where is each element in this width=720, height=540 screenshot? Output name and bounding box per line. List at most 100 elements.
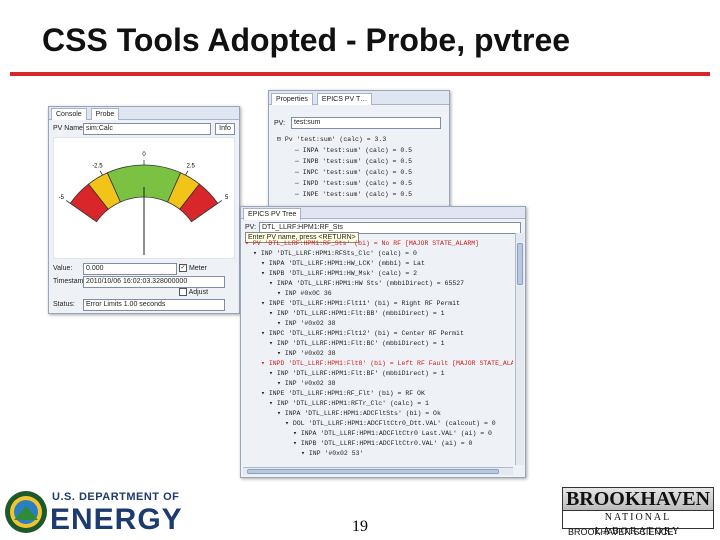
expand-arrow-icon[interactable]: ▾ (269, 370, 277, 377)
properties-tree-item[interactable]: ─ INPE 'test:sum' (calc) = 0.5 (295, 190, 412, 199)
tab-pvtree[interactable]: EPICS PV Tree (243, 208, 302, 220)
pvtree-item-label: INPA 'DTL_LLRF:HPM1:HW_LCK' (mbbi) = Lat (268, 260, 425, 267)
pvtree-item[interactable]: ▾ INPA 'DTL_LLRF:HPM1:ADCFltSts' (bi) = … (277, 409, 441, 418)
expand-arrow-icon[interactable]: ▾ (293, 430, 301, 437)
pvtree-item[interactable]: ▾ INP '#0x02 53' (301, 449, 363, 458)
doe-line2: ENERGY (50, 503, 183, 536)
properties-pv-label: PV: (274, 120, 286, 127)
pvtree-item[interactable]: ▾ INP 'DTL_LLRF:HPM1:Flt:BC' (mbbiDirect… (269, 339, 445, 348)
probe-tabbar: Console Probe (49, 107, 239, 120)
pvtree-item-label: INP 'DTL_LLRF:HPM1:Flt:BF' (mbbiDirect) … (276, 370, 445, 377)
pvtree-item[interactable]: ▾ DOL 'DTL_LLRF:HPM1:ADCFltCtr0_Dtt.VAL'… (285, 419, 496, 428)
pvtree-item[interactable]: ▾ INPC 'DTL_LLRF:HPM1:Flt12' (bi) = Cent… (261, 329, 464, 338)
properties-tree-item[interactable]: ─ INPC 'test:sum' (calc) = 0.5 (295, 168, 412, 177)
pvtree-item[interactable]: ▾ INPB 'DTL_LLRF:HPM1:ADCFltCtr0.VAL' (a… (293, 439, 472, 448)
expand-arrow-icon[interactable]: ▾ (253, 250, 261, 257)
pvtree-tabbar: EPICS PV Tree (241, 207, 525, 220)
pvtree-item[interactable]: ▾ INPA 'DTL_LLRF:HPM1:HW Sts' (mbbiDirec… (269, 279, 464, 288)
pvtree-item-label: INPA 'DTL_LLRF:HPM1:ADCFltSts' (bi) = Ok (284, 410, 441, 417)
properties-window: Properties EPICS PV T… PV: test:sum ⊟ Pv… (268, 90, 450, 208)
expand-arrow-icon[interactable]: ▾ (269, 310, 277, 317)
tab-properties[interactable]: Properties (271, 93, 313, 105)
pvtree-item[interactable]: ▾ INP 'DTL_LLRF:HPM1:RFTr_Clc' (calc) = … (269, 399, 429, 408)
probe-pv-input[interactable]: sim:Calc (83, 123, 211, 135)
pvtree-item[interactable]: ▾ INPD 'DTL_LLRF:HPM1:Flt8' (bi) = Left … (261, 359, 513, 368)
expand-arrow-icon[interactable]: ▾ (277, 380, 285, 387)
probe-adjust-checkbox[interactable]: Adjust (179, 288, 208, 297)
tab-epics-pv-tree[interactable]: EPICS PV T… (316, 93, 373, 105)
properties-tree-item[interactable]: ─ INPD 'test:sum' (calc) = 0.5 (295, 179, 412, 188)
probe-value-label: Value: (53, 265, 73, 272)
expand-arrow-icon[interactable]: ▾ (261, 390, 269, 397)
probe-pv-label: PV Name: (53, 125, 85, 132)
pvtree-item[interactable]: ▾ INP 'DTL_LLRF:HPM1:Flt:BF' (mbbiDirect… (269, 369, 445, 378)
bnl-caption: BROOKHAVEN SCIENCE (568, 527, 674, 537)
pvtree-item[interactable]: ▾ INP 'DTL_LLRF:HPM1:RFSts_Clc' (calc) =… (253, 249, 417, 258)
pvtree-hscroll-thumb[interactable] (247, 469, 499, 474)
expand-arrow-icon[interactable]: ▾ (293, 440, 301, 447)
pvtree-vscrollbar[interactable] (515, 233, 524, 465)
properties-tree-item[interactable]: ─ INPB 'test:sum' (calc) = 0.5 (295, 157, 412, 166)
page-number: 19 (352, 518, 368, 535)
pvtree-item-label: INP 'DTL_LLRF:HPM1:Flt:BB' (mbbiDirect) … (276, 310, 445, 317)
properties-pv-input[interactable]: test:sum (291, 117, 441, 129)
pvtree-item-label: INP '#0x02 53' (308, 450, 364, 457)
pvtree-item[interactable]: ▾ INP 'DTL_LLRF:HPM1:Flt:BB' (mbbiDirect… (269, 309, 445, 318)
pvtree-item-label: INPA 'DTL_LLRF:HPM1:ADCFltCtr0 Last.VAL'… (300, 430, 492, 437)
pvtree-item-label: INPE 'DTL_LLRF:HPM1:RF_Flt' (bi) = RF OK (268, 390, 425, 397)
pvtree-item-label: INPC 'DTL_LLRF:HPM1:Flt12' (bi) = Center… (268, 330, 464, 337)
expand-arrow-icon[interactable]: ▾ (301, 450, 309, 457)
pvtree-hscrollbar[interactable] (243, 467, 513, 475)
expand-arrow-icon[interactable]: ▾ (245, 240, 253, 247)
expand-arrow-icon[interactable]: ▾ (277, 410, 285, 417)
meter-tick-label: 2.5 (186, 163, 195, 169)
pvtree-item[interactable]: ▾ INP #0x0C 36 (277, 289, 332, 298)
pvtree-item[interactable]: ▾ INP '#0x02 38 (277, 319, 336, 328)
probe-timestamp-field: 2010/10/06 16:02:03.328000000 (83, 276, 225, 288)
properties-tree: ⊟ Pv 'test:sum' (calc) = 3.3 ─ INPA 'test… (277, 135, 445, 205)
checkbox-unchecked-icon (179, 288, 187, 297)
expand-arrow-icon[interactable]: ▾ (277, 320, 285, 327)
pvtree-item-label: INP 'DTL_LLRF:HPM1:RFSts_Clc' (calc) = 0 (260, 250, 417, 257)
pvtree-window: EPICS PV Tree PV: DTL_LLRF:HPM1:RF_Sts E… (240, 206, 526, 478)
pvtree-item[interactable]: ▾ INP '#0x02 38 (277, 379, 336, 388)
pvtree-item[interactable]: ▾ INPE 'DTL_LLRF:HPM1:RF_Flt' (bi) = RF … (261, 389, 425, 398)
probe-info-button[interactable]: Info (215, 123, 235, 135)
tab-probe[interactable]: Probe (90, 108, 120, 120)
tab-console[interactable]: Console (51, 108, 87, 120)
pvtree-item[interactable]: ▾ INPA 'DTL_LLRF:HPM1:ADCFltCtr0 Last.VA… (293, 429, 492, 438)
pvtree-item[interactable]: ▾ INPA 'DTL_LLRF:HPM1:HW_LCK' (mbbi) = L… (261, 259, 425, 268)
pvtree-item-label: INPA 'DTL_LLRF:HPM1:HW Sts' (mbbiDirect)… (276, 280, 465, 287)
expand-arrow-icon[interactable]: ▾ (261, 260, 269, 267)
probe-meter: -5-2.502.55 (53, 137, 235, 259)
probe-meter-checkbox[interactable]: ✓ Meter (179, 264, 207, 273)
pvtree-root[interactable]: ▾ PV 'DTL_LLRF:HPM1:RF_Sts' (bi) = No RF… (245, 239, 479, 248)
properties-tree-item[interactable]: ─ INPA 'test:sum' (calc) = 0.5 (295, 146, 412, 155)
probe-value-field: 0.000 (83, 263, 177, 275)
pvtree-item-label: DOL 'DTL_LLRF:HPM1:ADCFltCtr0_Dtt.VAL' (… (292, 420, 496, 427)
pvtree-item-label: INP 'DTL_LLRF:HPM1:RFTr_Clc' (calc) = 1 (276, 400, 429, 407)
probe-status-field: Error Limits 1.00 seconds (83, 299, 225, 311)
expand-arrow-icon[interactable]: ▾ (269, 280, 277, 287)
pvtree-item[interactable]: ▾ INP '#0x02 38 (277, 349, 336, 358)
bnl-top: BROOKHAVEN (563, 488, 713, 510)
probe-status-label: Status: (53, 301, 75, 308)
expand-arrow-icon[interactable]: ▾ (277, 350, 285, 357)
pvtree-item[interactable]: ▾ INPE 'DTL_LLRF:HPM1:Flt11' (bi) = Righ… (261, 299, 460, 308)
expand-arrow-icon[interactable]: ▾ (277, 290, 285, 297)
expand-arrow-icon[interactable]: ▾ (261, 300, 269, 307)
expand-arrow-icon[interactable]: ▾ (261, 270, 269, 277)
meter-checkbox-label: Meter (188, 265, 207, 272)
pvtree-item-label: INPD 'DTL_LLRF:HPM1:Flt8' (bi) = Left RF… (268, 360, 513, 367)
checkbox-checked-icon: ✓ (179, 264, 187, 273)
expand-arrow-icon[interactable]: ▾ (261, 360, 269, 367)
expand-arrow-icon[interactable]: ▾ (285, 420, 293, 427)
expand-arrow-icon[interactable]: ▾ (269, 400, 277, 407)
properties-tree-root[interactable]: ⊟ Pv 'test:sum' (calc) = 3.3 (277, 135, 386, 144)
meter-tick-label: -5 (59, 195, 65, 201)
pvtree-item[interactable]: ▾ INPB 'DTL_LLRF:HPM1:HW_Msk' (calc) = 2 (261, 269, 417, 278)
pvtree-vscroll-thumb[interactable] (517, 243, 523, 285)
pvtree-item-label: INPB 'DTL_LLRF:HPM1:HW_Msk' (calc) = 2 (268, 270, 418, 277)
expand-arrow-icon[interactable]: ▾ (269, 340, 277, 347)
expand-arrow-icon[interactable]: ▾ (261, 330, 269, 337)
